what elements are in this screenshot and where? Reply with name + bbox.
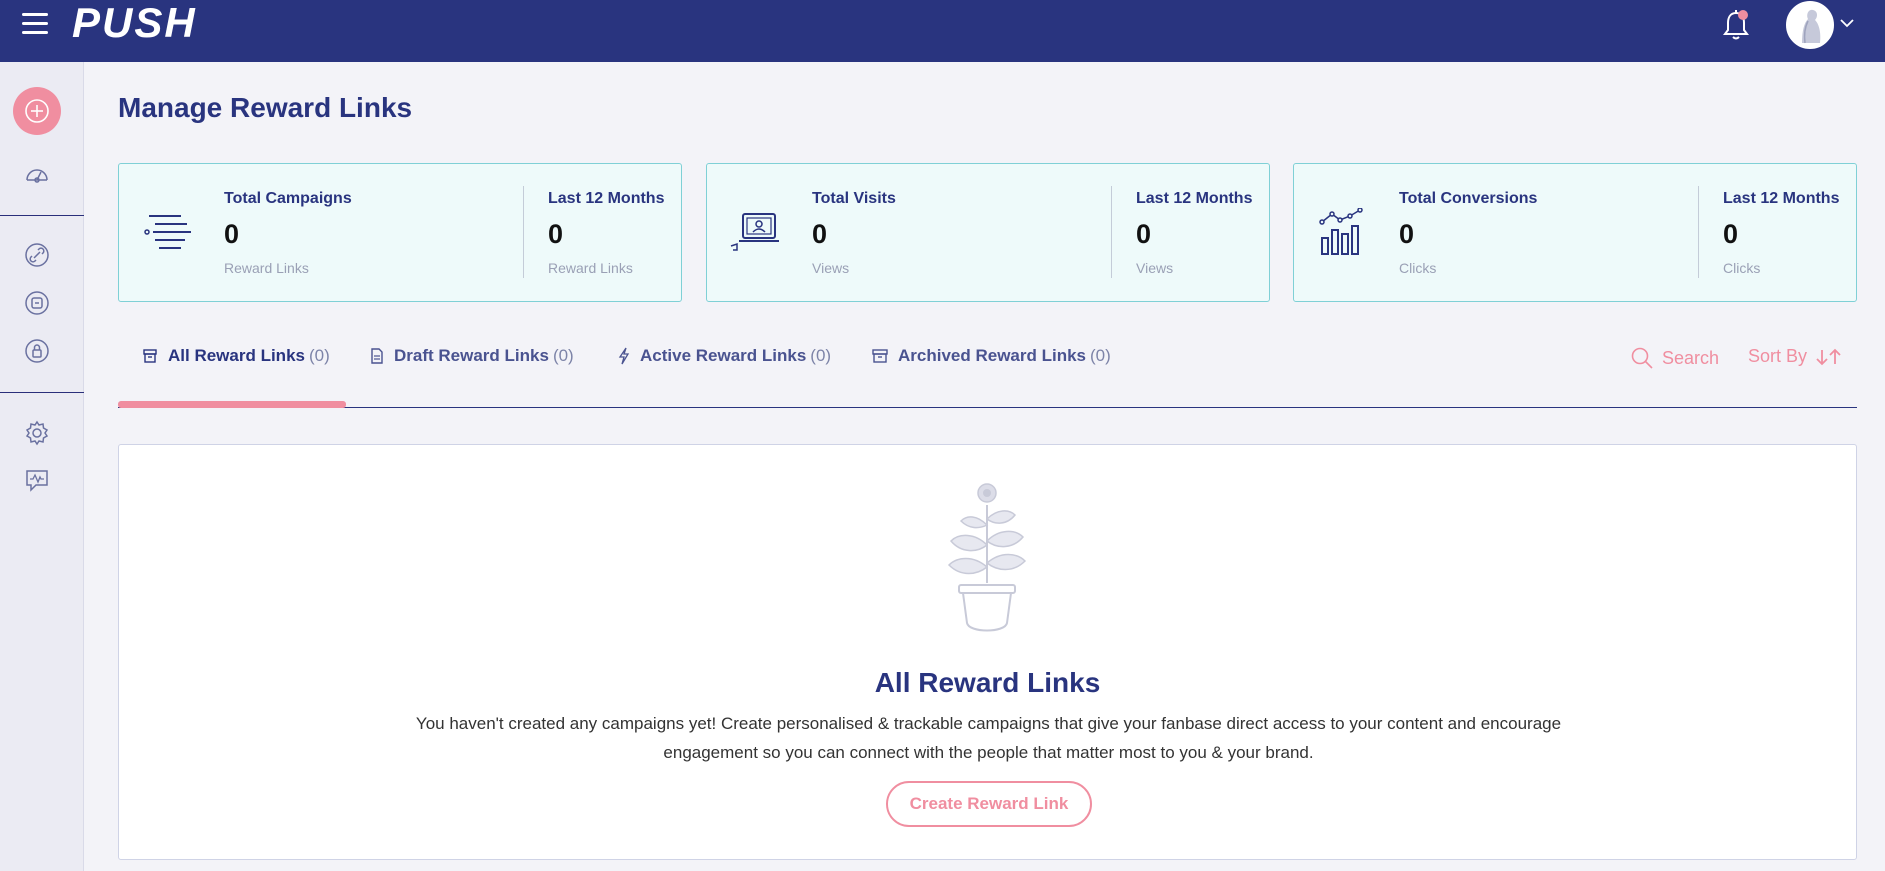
list-lines-icon bbox=[144, 215, 191, 249]
empty-state-panel: All Reward Links You haven't created any… bbox=[118, 444, 1857, 860]
stat-period-unit: Clicks bbox=[1723, 260, 1761, 276]
search-label: Search bbox=[1662, 347, 1720, 368]
stat-unit: Clicks bbox=[1399, 260, 1437, 276]
stat-period-value: 0 bbox=[548, 219, 564, 249]
tab-count: (0) bbox=[810, 346, 832, 365]
stat-value: 0 bbox=[224, 219, 240, 249]
stat-period-title: Last 12 Months bbox=[548, 190, 665, 207]
stat-separator bbox=[523, 186, 524, 278]
stat-value: 0 bbox=[1399, 219, 1415, 249]
document-icon bbox=[371, 348, 383, 364]
stat-period-value: 0 bbox=[1136, 219, 1152, 249]
sort-label: Sort By bbox=[1748, 346, 1808, 366]
box-icon bbox=[872, 349, 888, 363]
stat-value: 0 bbox=[812, 219, 828, 249]
sort-by-button[interactable]: Sort By bbox=[1748, 346, 1843, 367]
tab-label: Draft Reward Links bbox=[394, 346, 549, 365]
potted-plant-icon bbox=[947, 483, 1027, 632]
lightning-icon bbox=[618, 347, 630, 365]
tab-divider bbox=[118, 407, 1857, 408]
user-avatar[interactable] bbox=[1786, 1, 1834, 49]
tab-draft-reward-links[interactable]: Draft Reward Links (0) bbox=[370, 346, 574, 366]
sidebar-divider bbox=[0, 392, 84, 393]
stat-separator bbox=[1698, 186, 1699, 278]
hamburger-menu-icon[interactable] bbox=[22, 13, 48, 35]
stat-title: Total Visits bbox=[812, 190, 896, 207]
stat-card-conversions: Total Conversions 0 Clicks Last 12 Month… bbox=[1293, 163, 1857, 302]
add-button[interactable] bbox=[13, 87, 61, 135]
tab-label: Active Reward Links bbox=[640, 346, 807, 365]
tab-all-reward-links[interactable]: All Reward Links (0) bbox=[142, 346, 330, 366]
sidebar bbox=[0, 62, 84, 871]
stat-period-title: Last 12 Months bbox=[1136, 190, 1253, 207]
search-button[interactable]: Search bbox=[1630, 346, 1719, 370]
tab-count: (0) bbox=[308, 346, 330, 365]
page-title: Manage Reward Links bbox=[118, 92, 413, 123]
stat-card-campaigns: Total Campaigns 0 Reward Links Last 12 M… bbox=[118, 163, 682, 302]
tab-archived-reward-links[interactable]: Archived Reward Links (0) bbox=[872, 346, 1111, 366]
tab-count: (0) bbox=[1090, 346, 1111, 365]
notification-dot bbox=[1738, 10, 1748, 20]
avatar-image-icon bbox=[1788, 3, 1832, 47]
stat-unit: Reward Links bbox=[224, 260, 309, 276]
plus-circle-icon bbox=[25, 99, 49, 123]
sort-arrows-icon bbox=[1816, 348, 1841, 365]
stat-unit: Views bbox=[812, 260, 850, 276]
top-bar: PUSH bbox=[0, 0, 1885, 62]
stat-card-visits: Total Visits 0 Views Last 12 Months 0 Vi… bbox=[706, 163, 1270, 302]
feedback-chat-icon[interactable] bbox=[24, 467, 50, 493]
stat-period-unit: Reward Links bbox=[548, 260, 633, 276]
gear-icon[interactable] bbox=[24, 420, 50, 446]
stat-separator bbox=[1111, 186, 1112, 278]
stat-title: Total Conversions bbox=[1399, 190, 1538, 207]
stat-period-value: 0 bbox=[1723, 219, 1739, 249]
archive-icon bbox=[143, 349, 157, 363]
tab-label: All Reward Links bbox=[168, 346, 305, 365]
stat-title: Total Campaigns bbox=[224, 190, 352, 207]
tab-active-reward-links[interactable]: Active Reward Links (0) bbox=[618, 346, 831, 366]
empty-state-description: You haven't created any campaigns yet! C… bbox=[415, 714, 1562, 762]
active-tab-indicator bbox=[118, 401, 346, 408]
app-logo[interactable]: PUSH bbox=[72, 0, 197, 46]
reward-link-icon[interactable] bbox=[24, 290, 50, 316]
tab-label: Archived Reward Links bbox=[898, 346, 1087, 365]
chevron-down-icon[interactable] bbox=[1838, 14, 1856, 32]
stat-period-unit: Views bbox=[1136, 260, 1174, 276]
search-icon bbox=[1631, 347, 1653, 369]
laptop-icon bbox=[730, 213, 779, 251]
sidebar-divider bbox=[0, 215, 84, 216]
bar-chart-icon bbox=[1319, 208, 1363, 255]
lock-icon[interactable] bbox=[24, 338, 50, 364]
tab-count: (0) bbox=[552, 346, 574, 365]
link-icon[interactable] bbox=[24, 242, 50, 268]
stat-period-title: Last 12 Months bbox=[1723, 190, 1840, 207]
dashboard-gauge-icon[interactable] bbox=[24, 162, 50, 188]
create-reward-link-button[interactable]: Create Reward Link bbox=[886, 781, 1092, 827]
empty-state-title: All Reward Links bbox=[874, 667, 1101, 698]
